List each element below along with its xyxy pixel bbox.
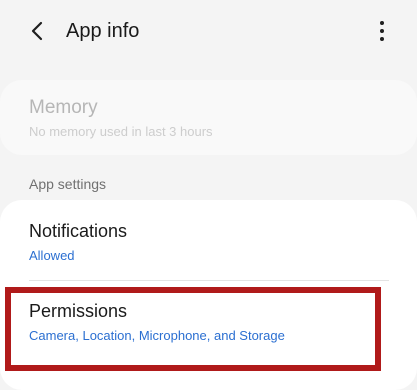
more-options-button[interactable] (372, 14, 392, 48)
notifications-title: Notifications (29, 221, 128, 241)
memory-item: Memory No memory used in last 3 hours (0, 80, 417, 155)
section-header-app-settings: App settings (29, 176, 107, 192)
more-vertical-icon (380, 21, 384, 25)
more-vertical-icon-dot (380, 29, 384, 33)
memory-title: Memory (29, 97, 98, 118)
app-settings-card: Notifications Allowed Permissions Camera… (0, 200, 417, 390)
page-title: App info (66, 20, 140, 42)
settings-item-permissions[interactable]: Permissions Camera, Location, Microphone… (0, 281, 417, 359)
permissions-title: Permissions (29, 301, 128, 321)
settings-item-notifications[interactable]: Notifications Allowed (0, 200, 417, 278)
chevron-left-icon (31, 21, 43, 41)
app-bar: App info (0, 0, 417, 62)
memory-subtitle: No memory used in last 3 hours (29, 124, 213, 139)
more-vertical-icon-dot (380, 37, 384, 41)
notifications-status: Allowed (29, 248, 75, 263)
back-button[interactable] (22, 16, 52, 46)
permissions-summary: Camera, Location, Microphone, and Storag… (29, 328, 285, 343)
